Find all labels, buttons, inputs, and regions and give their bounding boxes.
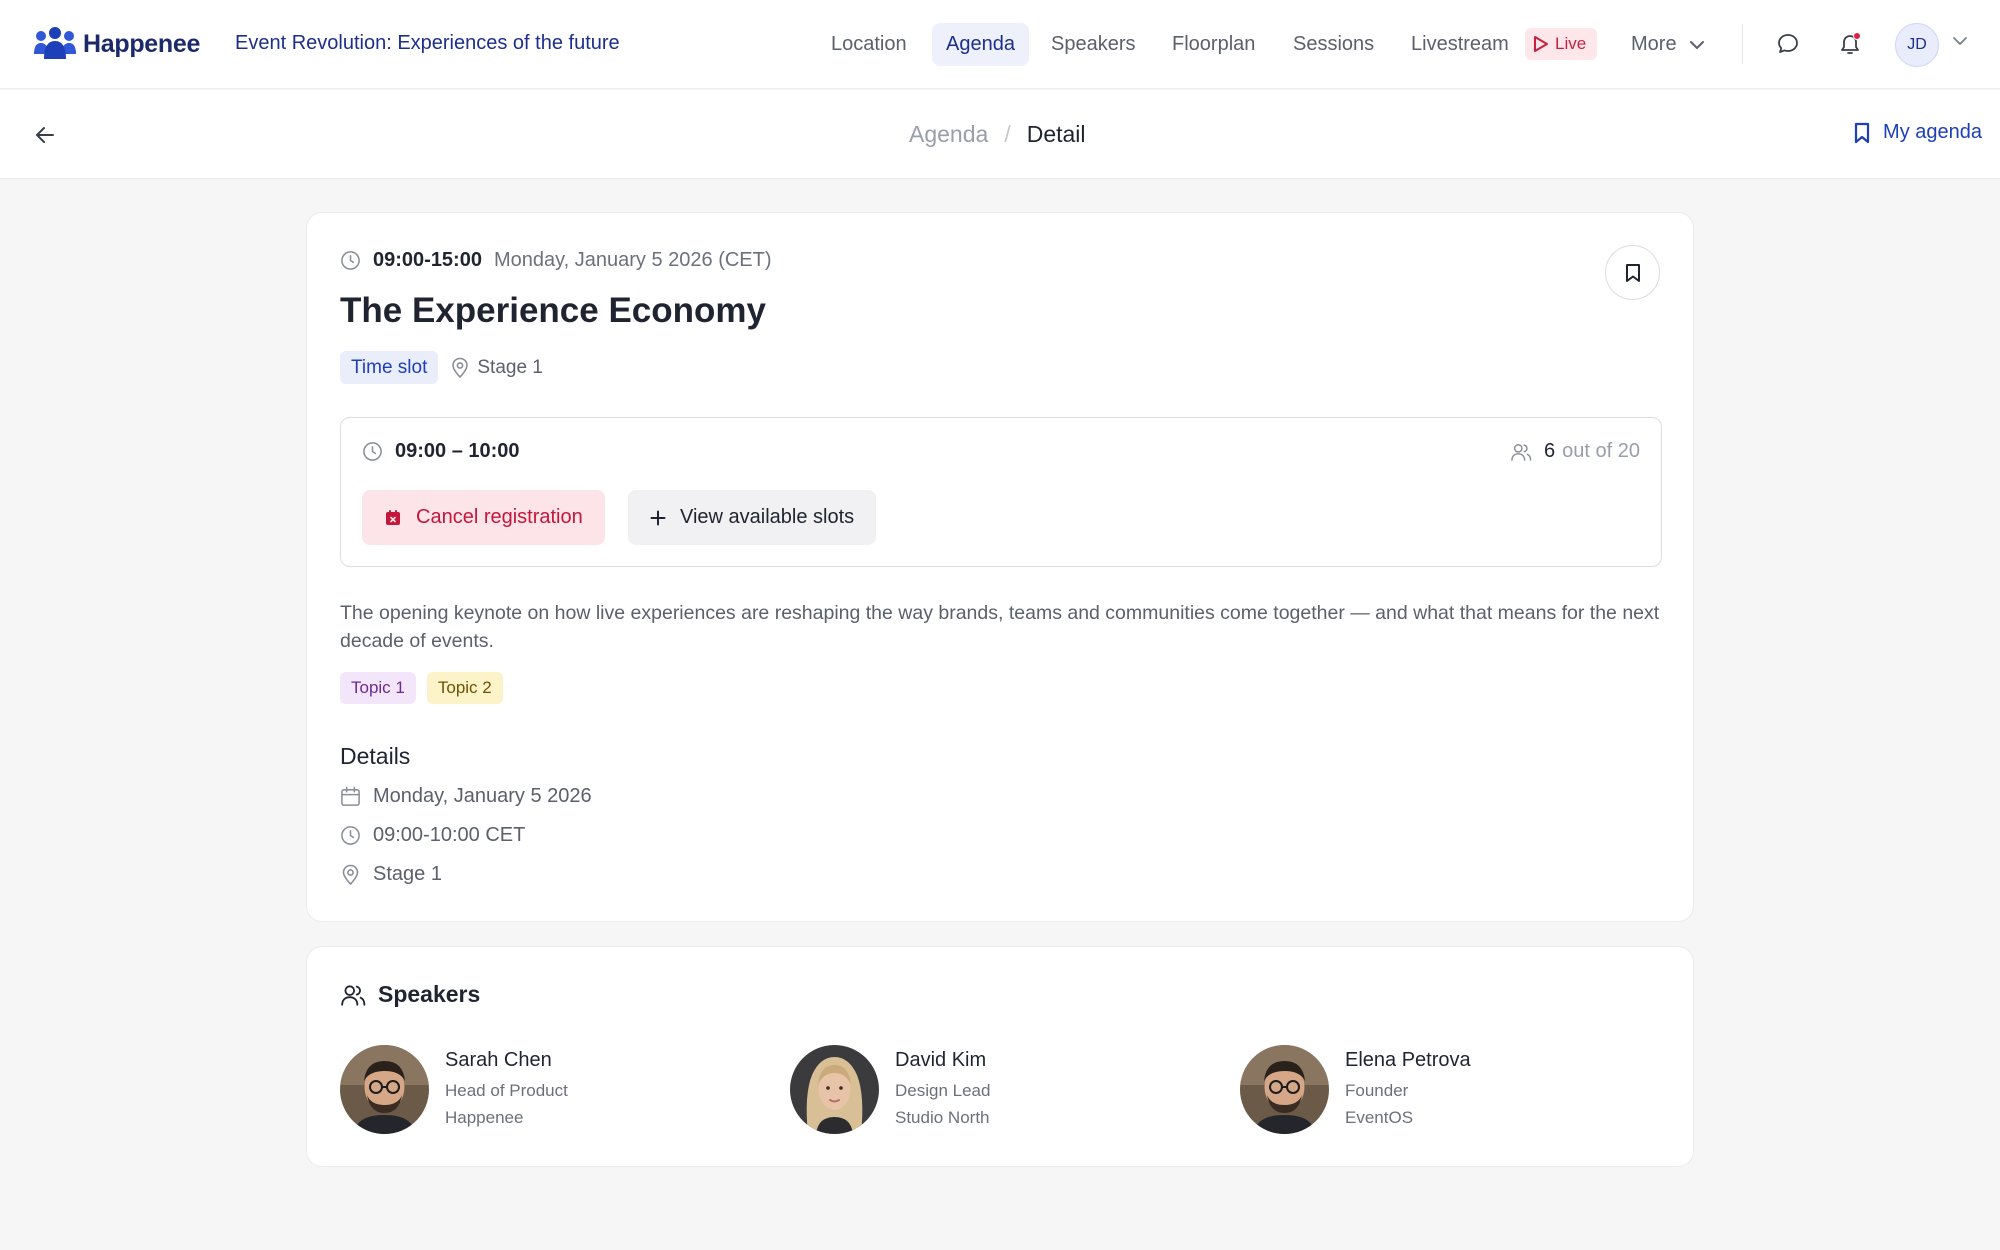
breadcrumb: Agenda / Detail	[909, 121, 1086, 148]
breadcrumb-separator: /	[1004, 121, 1011, 147]
slot-time: 09:00 – 10:00	[362, 440, 520, 463]
speakers-card: Speakers Sarah Chen Head of Product Happ…	[306, 946, 1694, 1167]
map-pin-icon	[452, 357, 469, 378]
session-time-row: 09:00-15:00 Monday, January 5 2026 (CET)	[340, 249, 772, 272]
chat-bubble-icon	[1778, 34, 1798, 53]
logo-mark-icon	[34, 27, 76, 59]
speaker-name: Elena Petrova	[1345, 1049, 1471, 1071]
map-pin-icon	[342, 864, 359, 885]
users-icon	[341, 984, 366, 1006]
details-heading: Details	[340, 743, 411, 769]
topic-tags: Topic 1 Topic 2	[340, 672, 514, 704]
speaker-card[interactable]: Elena Petrova Founder EventOS	[1240, 1045, 1471, 1134]
nav-speakers[interactable]: Speakers	[1037, 23, 1150, 66]
speaker-avatar	[340, 1045, 429, 1134]
session-detail-card: 09:00-15:00 Monday, January 5 2026 (CET)…	[306, 212, 1694, 922]
nav-divider	[1742, 24, 1743, 64]
clock-icon	[341, 826, 360, 845]
bookmark-icon	[1625, 263, 1640, 282]
breadcrumb-current: Detail	[1026, 121, 1086, 147]
nav-sessions[interactable]: Sessions	[1279, 23, 1388, 66]
brand-name: Happenee	[83, 29, 201, 58]
session-location: Stage 1	[451, 357, 543, 379]
calendar-icon	[341, 786, 360, 806]
my-agenda-link[interactable]: My agenda	[1853, 121, 1982, 144]
session-type-badge: Time slot	[340, 351, 439, 384]
speaker-card[interactable]: David Kim Design Lead Studio North	[790, 1045, 990, 1134]
slot-time-label: 09:00 – 10:00	[395, 440, 520, 462]
chevron-down-icon[interactable]	[1952, 36, 1968, 46]
event-title[interactable]: Event Revolution: Experiences of the fut…	[235, 32, 620, 55]
top-navigation-bar: Happenee Event Revolution: Experiences o…	[0, 0, 2000, 89]
speaker-name: David Kim	[895, 1049, 987, 1071]
session-meta-row: Time slot Stage 1	[340, 351, 543, 384]
speakers-heading-label: Speakers	[378, 981, 481, 1007]
detail-date: Monday, January 5 2026	[373, 785, 592, 807]
arrow-left-icon	[36, 127, 54, 143]
speaker-organization: Happenee	[445, 1108, 524, 1127]
play-icon	[1534, 36, 1548, 52]
nav-livestream[interactable]: Livestream	[1397, 23, 1523, 66]
session-time-range: 09:00-15:00	[373, 249, 482, 271]
chat-button[interactable]	[1772, 28, 1804, 60]
detail-date-row: Monday, January 5 2026	[340, 785, 592, 808]
users-icon	[1511, 443, 1532, 461]
cancel-registration-button[interactable]: Cancel registration	[362, 490, 605, 545]
session-description: The opening keynote on how live experien…	[340, 602, 1660, 652]
notification-dot	[1853, 32, 1861, 40]
speaker-organization: EventOS	[1345, 1108, 1414, 1127]
nav-agenda[interactable]: Agenda	[932, 23, 1029, 66]
calendar-x-icon	[386, 509, 400, 525]
live-badge[interactable]: Live	[1525, 28, 1597, 60]
view-available-slots-button[interactable]: View available slots	[628, 490, 877, 545]
speaker-avatar	[1240, 1045, 1329, 1134]
nav-more-dropdown[interactable]: More	[1617, 23, 1719, 66]
user-avatar[interactable]: JD	[1895, 23, 1939, 67]
view-available-slots-label: View available slots	[680, 506, 855, 528]
topic-tag[interactable]: Topic 2	[426, 672, 503, 704]
brand-logo[interactable]: Happenee	[33, 27, 200, 61]
chevron-down-icon	[1689, 40, 1704, 49]
slot-capacity-text: out of 20	[1562, 440, 1640, 462]
detail-location: Stage 1	[373, 863, 442, 885]
bookmark-icon	[1854, 122, 1870, 143]
detail-time-row: 09:00-10:00 CET	[340, 824, 525, 847]
nav-floorplan[interactable]: Floorplan	[1158, 23, 1269, 66]
speakers-heading: Speakers	[340, 981, 480, 1008]
speaker-role: Head of Product	[445, 1081, 568, 1100]
speaker-role: Design Lead	[895, 1081, 991, 1100]
notifications-button[interactable]	[1834, 28, 1866, 60]
clock-icon	[341, 251, 360, 270]
nav-location[interactable]: Location	[817, 23, 921, 66]
session-date: Monday, January 5 2026 (CET)	[493, 249, 772, 271]
detail-time: 09:00-10:00 CET	[373, 824, 526, 846]
bookmark-session-button[interactable]	[1605, 245, 1660, 300]
clock-icon	[363, 442, 382, 461]
speaker-role: Founder	[1345, 1081, 1409, 1100]
breadcrumb-agenda-link[interactable]: Agenda	[909, 121, 988, 148]
topic-tag[interactable]: Topic 1	[340, 672, 416, 704]
cancel-registration-label: Cancel registration	[416, 506, 583, 528]
speaker-name: Sarah Chen	[445, 1049, 552, 1071]
speaker-card[interactable]: Sarah Chen Head of Product Happenee	[340, 1045, 568, 1134]
page-subheader: Agenda / Detail My agenda	[0, 90, 2000, 179]
plus-icon	[650, 510, 666, 525]
back-button[interactable]	[32, 122, 58, 148]
detail-location-row: Stage 1	[340, 863, 442, 886]
session-location-label: Stage 1	[477, 356, 543, 378]
more-label: More	[1631, 33, 1677, 55]
live-label: Live	[1555, 34, 1587, 53]
slot-registered-count: 6	[1544, 440, 1556, 462]
registration-slot-box: 09:00 – 10:00 6 out of 20 Cancel registr…	[340, 417, 1662, 567]
speaker-organization: Studio North	[895, 1108, 990, 1127]
speaker-avatar	[790, 1045, 879, 1134]
slot-capacity: 6 out of 20	[1510, 440, 1640, 463]
my-agenda-label: My agenda	[1883, 121, 1982, 143]
session-title: The Experience Economy	[340, 291, 766, 330]
